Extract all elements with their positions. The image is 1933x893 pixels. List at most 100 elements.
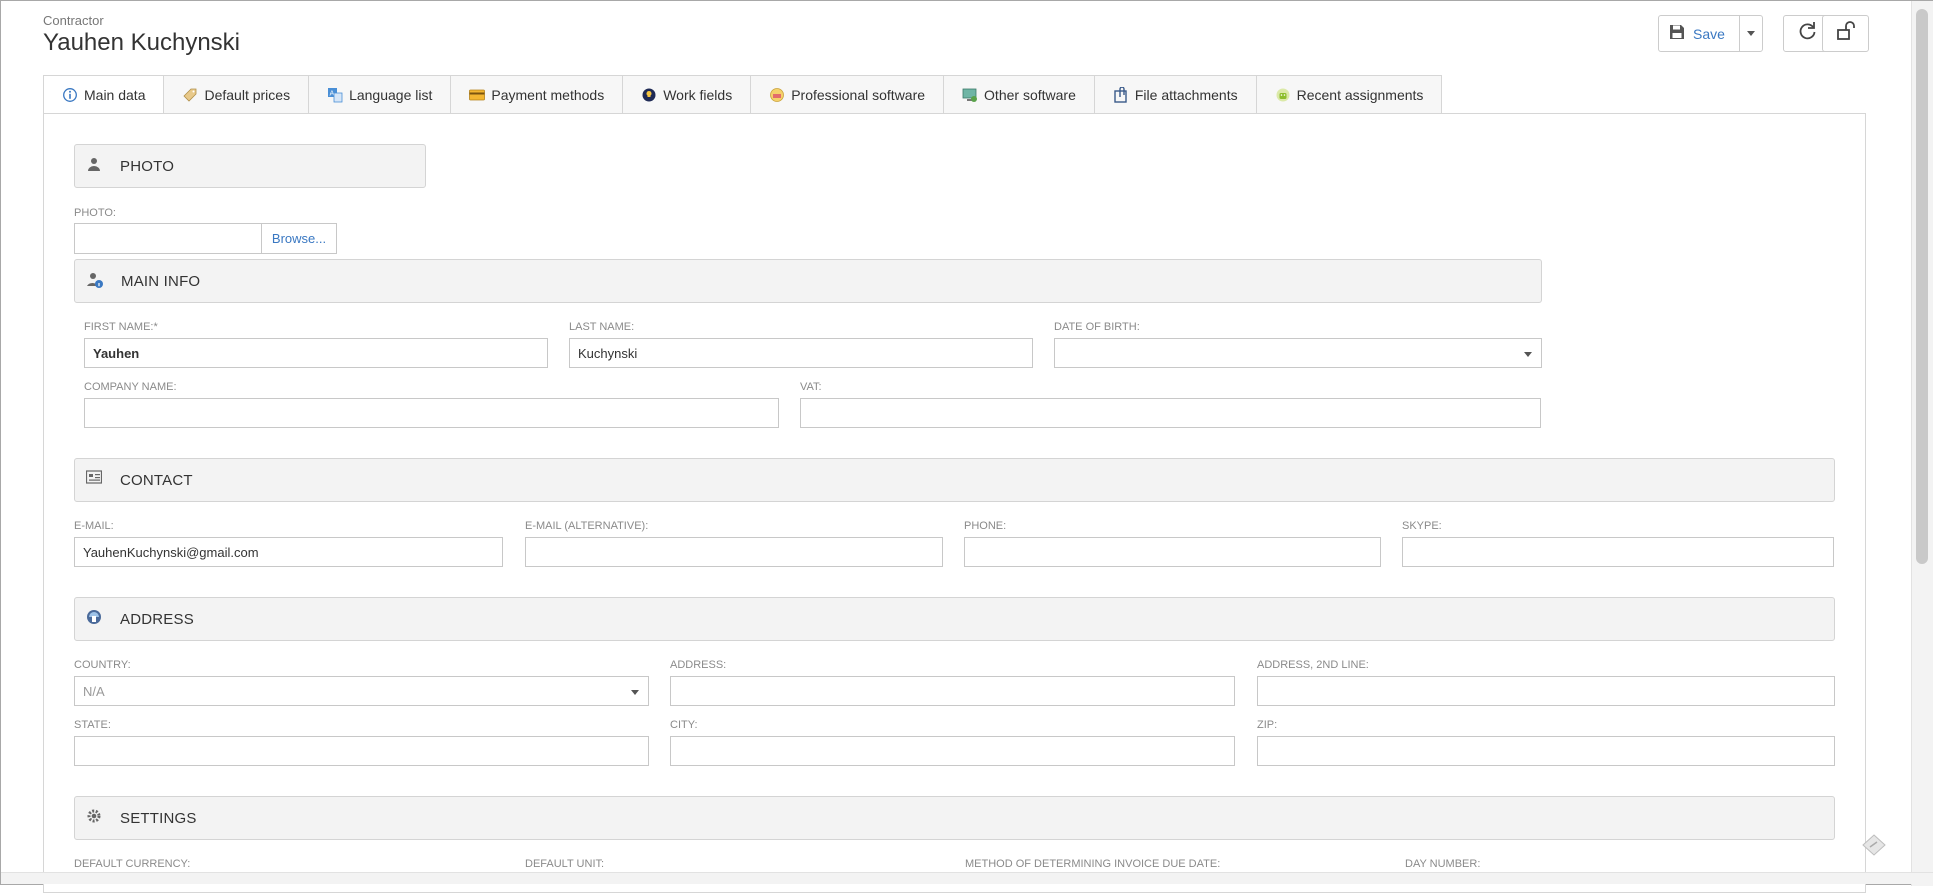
section-header-settings: SETTINGS — [74, 796, 1835, 840]
email-field[interactable]: YauhenKuchynski@gmail.com — [74, 537, 503, 567]
last-name-field[interactable]: Kuchynski — [569, 338, 1033, 368]
zip-field[interactable] — [1257, 736, 1835, 766]
default-currency-label: DEFAULT CURRENCY: — [74, 858, 191, 870]
invoice-due-method-label: METHOD OF DETERMINING INVOICE DUE DATE: — [965, 858, 1221, 870]
section-title: CONTACT — [120, 471, 193, 489]
contact-card-icon — [85, 470, 103, 486]
day-number-label: DAY NUMBER: — [1405, 858, 1481, 870]
lightbulb-icon — [641, 87, 657, 103]
section-header-main-info: MAIN INFO — [74, 259, 1542, 303]
city-field[interactable] — [670, 736, 1235, 766]
page-title: Yauhen Kuchynski — [43, 29, 241, 56]
date-of-birth-label: DATE OF BIRTH: — [1054, 321, 1140, 333]
zip-label: ZIP: — [1257, 719, 1278, 731]
chevron-down-icon — [1524, 352, 1532, 357]
unlock-button[interactable] — [1822, 15, 1869, 52]
section-title: PHOTO — [120, 157, 175, 175]
attachment-icon — [1113, 86, 1129, 103]
city-label: CITY: — [670, 719, 698, 731]
address-2nd-line-field[interactable] — [1257, 676, 1835, 706]
user-info-icon — [86, 271, 103, 288]
section-header-address: ADDRESS — [74, 597, 1835, 641]
email-alternative-field[interactable] — [525, 537, 943, 567]
tab-payment-methods[interactable]: Payment methods — [451, 75, 624, 114]
section-header-contact: CONTACT — [74, 458, 1835, 502]
tab-main-data[interactable]: Main data — [43, 75, 165, 114]
section-title: ADDRESS — [120, 610, 194, 628]
vertical-scrollbar[interactable] — [1911, 1, 1933, 886]
tab-label: Default prices — [204, 86, 291, 103]
tab-bar: Main data Default prices A Language list… — [43, 75, 1443, 114]
floppy-disk-icon — [1669, 24, 1685, 43]
price-tag-icon — [182, 87, 198, 103]
country-value: N/A — [83, 683, 105, 699]
tab-file-attachments[interactable]: File attachments — [1094, 75, 1257, 114]
photo-label: PHOTO: — [74, 207, 116, 219]
chevron-down-icon — [631, 690, 639, 695]
address-field[interactable] — [670, 676, 1235, 706]
date-of-birth-select[interactable] — [1054, 338, 1542, 368]
address-2nd-line-label: ADDRESS, 2ND LINE: — [1257, 659, 1369, 671]
info-icon — [62, 87, 78, 103]
first-name-field[interactable]: Yauhen — [84, 338, 548, 368]
tab-label: Work fields — [663, 86, 733, 103]
tab-label: Payment methods — [491, 86, 605, 103]
tab-label: Other software — [984, 86, 1076, 103]
tab-label: Recent assignments — [1296, 86, 1424, 103]
address-book-icon — [86, 609, 102, 625]
photo-file-field[interactable] — [75, 224, 261, 253]
country-select[interactable]: N/A — [74, 676, 649, 706]
translate-icon: A — [327, 87, 343, 103]
save-button-label: Save — [1693, 25, 1725, 42]
section-title: MAIN INFO — [121, 272, 201, 290]
save-button-group: Save — [1658, 15, 1763, 52]
chevron-down-icon — [1746, 31, 1755, 36]
window-bottom-edge — [1, 872, 1933, 884]
credit-card-icon — [469, 87, 486, 103]
tab-recent-assignments[interactable]: Recent assignments — [1256, 75, 1443, 114]
android-icon — [1275, 87, 1291, 103]
phone-field[interactable] — [964, 537, 1381, 567]
unlock-icon — [1835, 20, 1857, 47]
address-label: ADDRESS: — [670, 659, 727, 671]
first-name-label: FIRST NAME:* — [84, 321, 158, 333]
save-options-dropdown[interactable] — [1740, 16, 1762, 51]
tab-label: Main data — [84, 86, 146, 103]
vat-field[interactable] — [800, 398, 1541, 428]
tab-label: File attachments — [1134, 86, 1238, 103]
country-label: COUNTRY: — [74, 659, 131, 671]
default-unit-label: DEFAULT UNIT: — [525, 858, 605, 870]
company-name-label: COMPANY NAME: — [84, 381, 177, 393]
email-alternative-label: E-MAIL (ALTERNATIVE): — [525, 520, 649, 532]
email-label: E-MAIL: — [74, 520, 114, 532]
scrollbar-thumb[interactable] — [1916, 9, 1928, 564]
section-title: SETTINGS — [120, 809, 197, 827]
gear-icon — [86, 808, 102, 824]
refresh-icon — [1796, 20, 1818, 47]
computer-icon — [962, 87, 978, 103]
phone-label: PHONE: — [964, 520, 1007, 532]
skype-field[interactable] — [1402, 537, 1834, 567]
tab-label: Professional software — [791, 86, 926, 103]
tab-language-list[interactable]: A Language list — [309, 75, 452, 114]
tab-label: Language list — [349, 86, 433, 103]
tab-professional-software[interactable]: Professional software — [751, 75, 945, 114]
company-name-field[interactable] — [84, 398, 779, 428]
skype-label: SKYPE: — [1402, 520, 1442, 532]
tab-other-software[interactable]: Other software — [944, 75, 1095, 114]
software-icon — [769, 87, 785, 103]
app-window: Contractor Yauhen Kuchynski Save Main da… — [0, 0, 1933, 893]
photo-upload: Browse... — [74, 223, 337, 254]
last-name-label: LAST NAME: — [569, 321, 635, 333]
feedback-icon[interactable] — [1861, 833, 1887, 862]
state-label: STATE: — [74, 719, 111, 731]
vat-label: VAT: — [800, 381, 822, 393]
tab-work-fields[interactable]: Work fields — [623, 75, 752, 114]
browse-button[interactable]: Browse... — [261, 224, 336, 253]
tab-default-prices[interactable]: Default prices — [164, 75, 310, 114]
section-header-photo: PHOTO — [74, 144, 426, 188]
user-icon — [86, 156, 102, 172]
save-button[interactable]: Save — [1659, 16, 1740, 51]
state-field[interactable] — [74, 736, 649, 766]
entity-type-label: Contractor — [43, 13, 104, 28]
